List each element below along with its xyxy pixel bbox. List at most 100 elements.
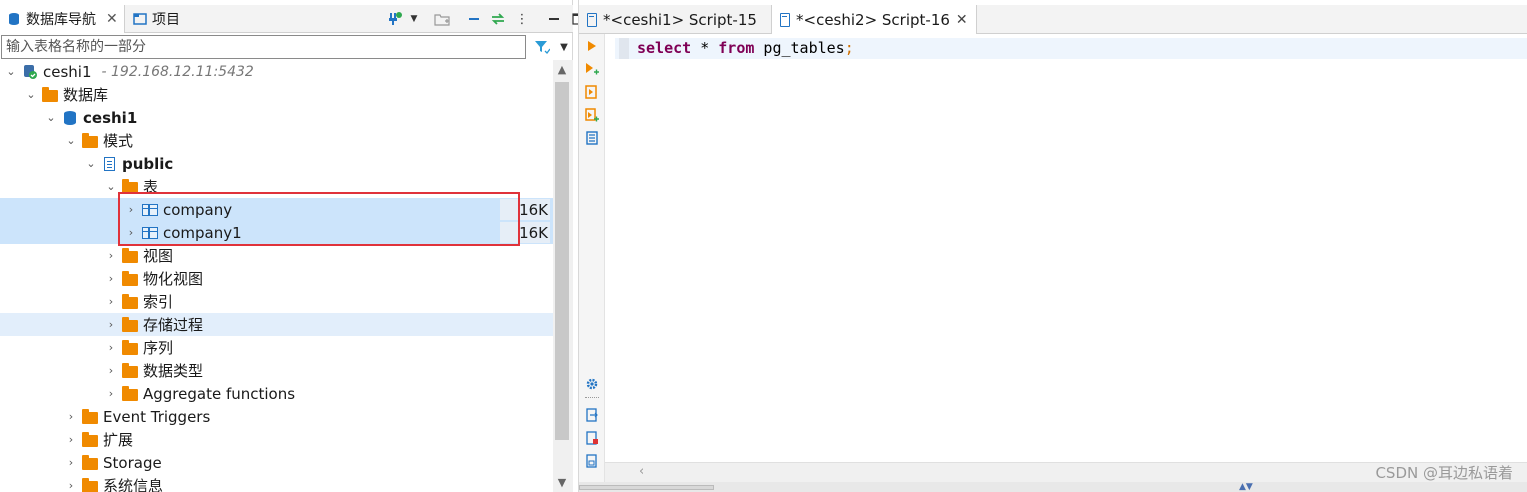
chevron-right-icon[interactable]: › [104, 295, 118, 308]
new-connection-icon[interactable] [386, 11, 402, 27]
execute-script-new-tab-icon[interactable] [584, 107, 600, 123]
tree-node-databases[interactable]: ⌄ 数据库 [0, 83, 553, 106]
sql-keyword: select [637, 39, 692, 57]
save-script-icon[interactable] [584, 430, 600, 446]
tree-node-extensions[interactable]: › 扩展 [0, 428, 553, 451]
tree-node-schemas[interactable]: ⌄ 模式 [0, 129, 553, 152]
folder-icon [122, 316, 138, 332]
node-label: Event Triggers [103, 407, 211, 426]
node-label: Aggregate functions [143, 384, 296, 403]
chevron-down-icon[interactable]: ⌄ [84, 157, 98, 170]
sql-text: * [691, 39, 719, 57]
chevron-right-icon[interactable]: › [124, 226, 138, 239]
tree-node-sequences[interactable]: › 序列 [0, 336, 553, 359]
table-size: 16K [500, 222, 550, 243]
chevron-down-icon[interactable]: ⌄ [104, 180, 118, 193]
tree-node-data-types[interactable]: › 数据类型 [0, 359, 553, 382]
results-panel-handle[interactable] [579, 485, 714, 490]
scroll-up-icon[interactable]: ▲ [553, 63, 571, 76]
tab-script-15[interactable]: *<ceshi1> Script-15 [579, 5, 765, 34]
sql-keyword: from [718, 39, 755, 57]
folder-icon [122, 385, 138, 401]
collapse-all-icon[interactable] [466, 11, 482, 27]
chevron-down-icon[interactable]: ⌄ [44, 111, 58, 124]
editor-status-strip: ▲▼ [579, 482, 1527, 492]
chevron-right-icon[interactable]: › [104, 272, 118, 285]
filter-dropdown-icon[interactable]: ▼ [556, 39, 572, 55]
folder-icon [122, 293, 138, 309]
export-icon[interactable] [584, 407, 600, 423]
chevron-right-icon[interactable]: › [64, 479, 78, 492]
node-label: ceshi1 [83, 108, 138, 127]
tab-label: *<ceshi2> Script-16 [796, 10, 950, 29]
filter-icon[interactable] [534, 39, 550, 55]
tab-database-navigator[interactable]: 数据库导航 ✕ [0, 5, 125, 33]
link-with-editor-icon[interactable] [490, 11, 506, 27]
app-window: 数据库导航 ✕ 项目 ▼ ⋮ 输入表格名称的一部分 ▼ ⌄ ceshi1 - 1… [0, 0, 1527, 492]
execute-statement-icon[interactable] [584, 38, 600, 54]
node-label: 表 [143, 178, 159, 196]
views-folder-icon [122, 247, 138, 263]
tab-script-16[interactable]: *<ceshi2> Script-16 ✕ [771, 5, 977, 34]
editor-tabbar: *<ceshi1> Script-15 *<ceshi2> Script-16 … [579, 5, 1527, 34]
chevron-right-icon[interactable]: › [104, 387, 118, 400]
table-folder-icon [122, 178, 138, 194]
navigator-tabbar: 数据库导航 ✕ 项目 ▼ ⋮ [0, 5, 584, 33]
scrollbar-thumb[interactable] [555, 82, 569, 440]
tree-node-procedures[interactable]: › 存储过程 [0, 313, 553, 336]
close-icon[interactable]: ✕ [106, 11, 118, 27]
tab-projects[interactable]: 项目 [126, 5, 186, 33]
tree-node-database[interactable]: ⌄ ceshi1 [0, 106, 553, 129]
scroll-down-icon[interactable]: ▼ [553, 476, 571, 489]
execute-new-tab-icon[interactable] [584, 61, 600, 77]
node-label: 系统信息 [103, 477, 164, 492]
tree-node-storage[interactable]: › Storage [0, 451, 553, 474]
database-navigator-icon [6, 11, 22, 27]
chevron-right-icon[interactable]: › [64, 456, 78, 469]
node-label: 模式 [103, 132, 134, 150]
sql-code-line[interactable]: select * from pg_tables; [637, 39, 854, 57]
tree-node-system-info[interactable]: › 系统信息 [0, 474, 553, 492]
sql-editor[interactable]: select * from pg_tables; [615, 34, 1527, 462]
chevron-down-icon[interactable]: ⌄ [24, 88, 38, 101]
tree-node-aggregate-functions[interactable]: › Aggregate functions [0, 382, 553, 405]
tree-node-connection[interactable]: ⌄ ceshi1 - 192.168.12.11:5432 [0, 60, 553, 83]
chevron-right-icon[interactable]: › [104, 364, 118, 377]
tree-node-views[interactable]: › 视图 [0, 244, 553, 267]
filter-row: ▼ [0, 35, 573, 60]
navigator-tree: ⌄ ceshi1 - 192.168.12.11:5432 ⌄ 数据库 ⌄ ce… [0, 60, 553, 492]
table-filter-input[interactable] [1, 35, 526, 59]
chevron-down-icon[interactable]: ⌄ [4, 65, 18, 78]
tree-node-indexes[interactable]: › 索引 [0, 290, 553, 313]
postgres-connection-icon [22, 64, 38, 80]
minimize-icon[interactable] [546, 11, 562, 27]
sql-editor-panel: *<ceshi1> Script-15 *<ceshi2> Script-16 … [578, 0, 1527, 492]
chevron-down-icon[interactable]: ⌄ [64, 134, 78, 147]
tree-node-materialized-views[interactable]: › 物化视图 [0, 267, 553, 290]
chevron-right-icon[interactable]: › [64, 433, 78, 446]
execute-script-icon[interactable] [584, 84, 600, 100]
storage-folder-icon [82, 454, 98, 470]
chevron-right-icon[interactable]: › [104, 318, 118, 331]
chevron-right-icon[interactable]: › [104, 249, 118, 262]
script-properties-icon[interactable] [584, 453, 600, 469]
chevron-right-icon[interactable]: › [64, 410, 78, 423]
navigator-scrollbar[interactable]: ▲ ▼ [553, 60, 573, 492]
panel-toggle-icon[interactable]: ▲▼ [1239, 482, 1253, 492]
chevron-right-icon[interactable]: › [104, 341, 118, 354]
tree-node-tables[interactable]: ⌄ 表 [0, 175, 553, 198]
tree-node-event-triggers[interactable]: › Event Triggers [0, 405, 553, 428]
chevron-right-icon[interactable]: › [124, 203, 138, 216]
tree-node-table[interactable]: › company1 16K [0, 221, 553, 244]
more-options-icon[interactable]: ⋮ [514, 11, 530, 27]
tree-node-schema-public[interactable]: ⌄ public [0, 152, 553, 175]
close-icon[interactable]: ✕ [956, 12, 968, 28]
scroll-left-icon[interactable]: ‹ [639, 464, 644, 479]
new-folder-icon[interactable] [434, 11, 450, 27]
gutter-separator [585, 397, 599, 398]
dropdown-arrow-icon[interactable]: ▼ [410, 11, 418, 27]
explain-plan-icon[interactable] [584, 130, 600, 146]
node-label: Storage [103, 453, 162, 472]
settings-gear-icon[interactable] [584, 376, 600, 392]
tree-node-table[interactable]: › company 16K [0, 198, 553, 221]
